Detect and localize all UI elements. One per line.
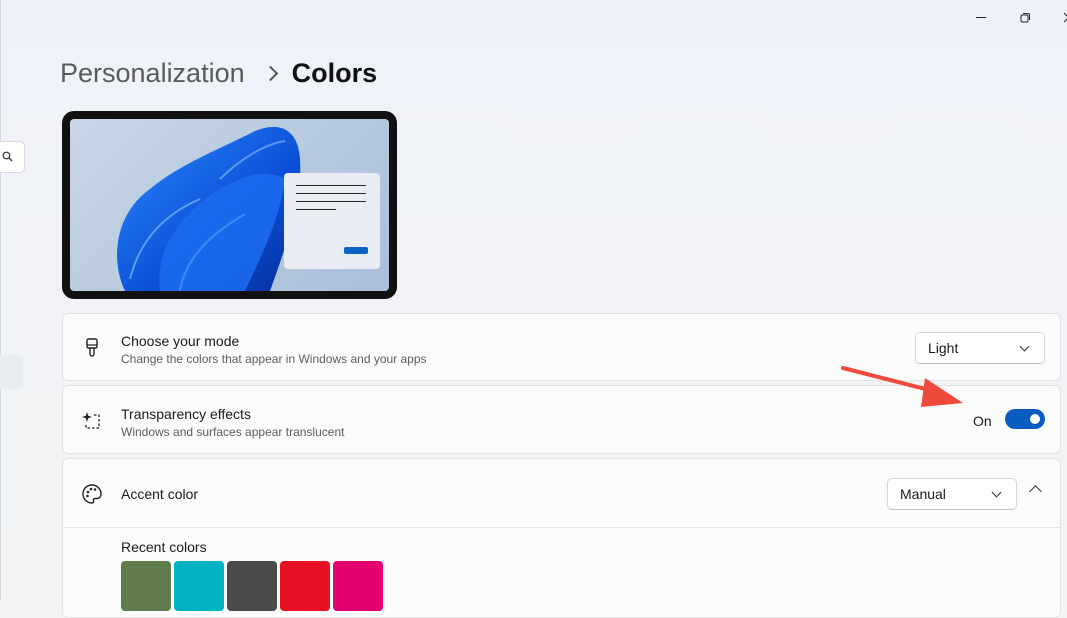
- close-icon: [1063, 12, 1067, 23]
- setting-title: Choose your mode: [121, 333, 239, 349]
- setting-description: Windows and surfaces appear translucent: [121, 425, 344, 439]
- setting-description: Change the colors that appear in Windows…: [121, 352, 427, 366]
- accent-dropdown[interactable]: Manual: [887, 478, 1017, 510]
- color-swatch[interactable]: [227, 561, 277, 611]
- page-title: Colors: [292, 58, 378, 89]
- sidebar-item-selected[interactable]: [0, 355, 23, 389]
- preview-desktop: [70, 119, 389, 291]
- restore-icon: [1020, 12, 1031, 23]
- recent-colors-label: Recent colors: [121, 539, 207, 555]
- preview-accent-button: [344, 247, 368, 254]
- accent-dropdown-value: Manual: [900, 486, 946, 502]
- minimize-button[interactable]: [970, 6, 992, 28]
- setting-title: Transparency effects: [121, 406, 251, 422]
- paint-brush-icon: [81, 337, 103, 359]
- chevron-down-icon: [992, 488, 1002, 498]
- maximize-button[interactable]: [1014, 6, 1036, 28]
- breadcrumb-parent[interactable]: Personalization: [60, 58, 245, 89]
- transparency-toggle[interactable]: [1005, 409, 1045, 429]
- chevron-up-icon[interactable]: [1029, 485, 1042, 498]
- chevron-right-icon: [262, 66, 278, 82]
- setting-accent-color: Accent color Manual Recent colors: [62, 458, 1061, 618]
- theme-preview: [62, 111, 397, 299]
- toggle-knob: [1030, 414, 1040, 424]
- annotation-arrow-icon: [837, 360, 967, 412]
- search-icon: [2, 151, 13, 162]
- close-button[interactable]: [1057, 6, 1067, 28]
- transparency-sparkle-icon: [81, 410, 103, 432]
- toggle-state-label: On: [973, 413, 992, 429]
- search-input[interactable]: [0, 141, 25, 173]
- divider: [63, 527, 1060, 528]
- color-swatch[interactable]: [333, 561, 383, 611]
- color-swatch[interactable]: [174, 561, 224, 611]
- breadcrumb: Personalization Colors: [60, 58, 377, 89]
- color-swatch[interactable]: [121, 561, 171, 611]
- color-swatch[interactable]: [280, 561, 330, 611]
- setting-title: Accent color: [121, 486, 198, 502]
- chevron-down-icon: [1020, 342, 1030, 352]
- palette-icon: [81, 483, 103, 505]
- preview-window: [284, 173, 380, 269]
- settings-window: Personalization Colors: [0, 0, 1067, 600]
- mode-dropdown-value: Light: [928, 340, 958, 356]
